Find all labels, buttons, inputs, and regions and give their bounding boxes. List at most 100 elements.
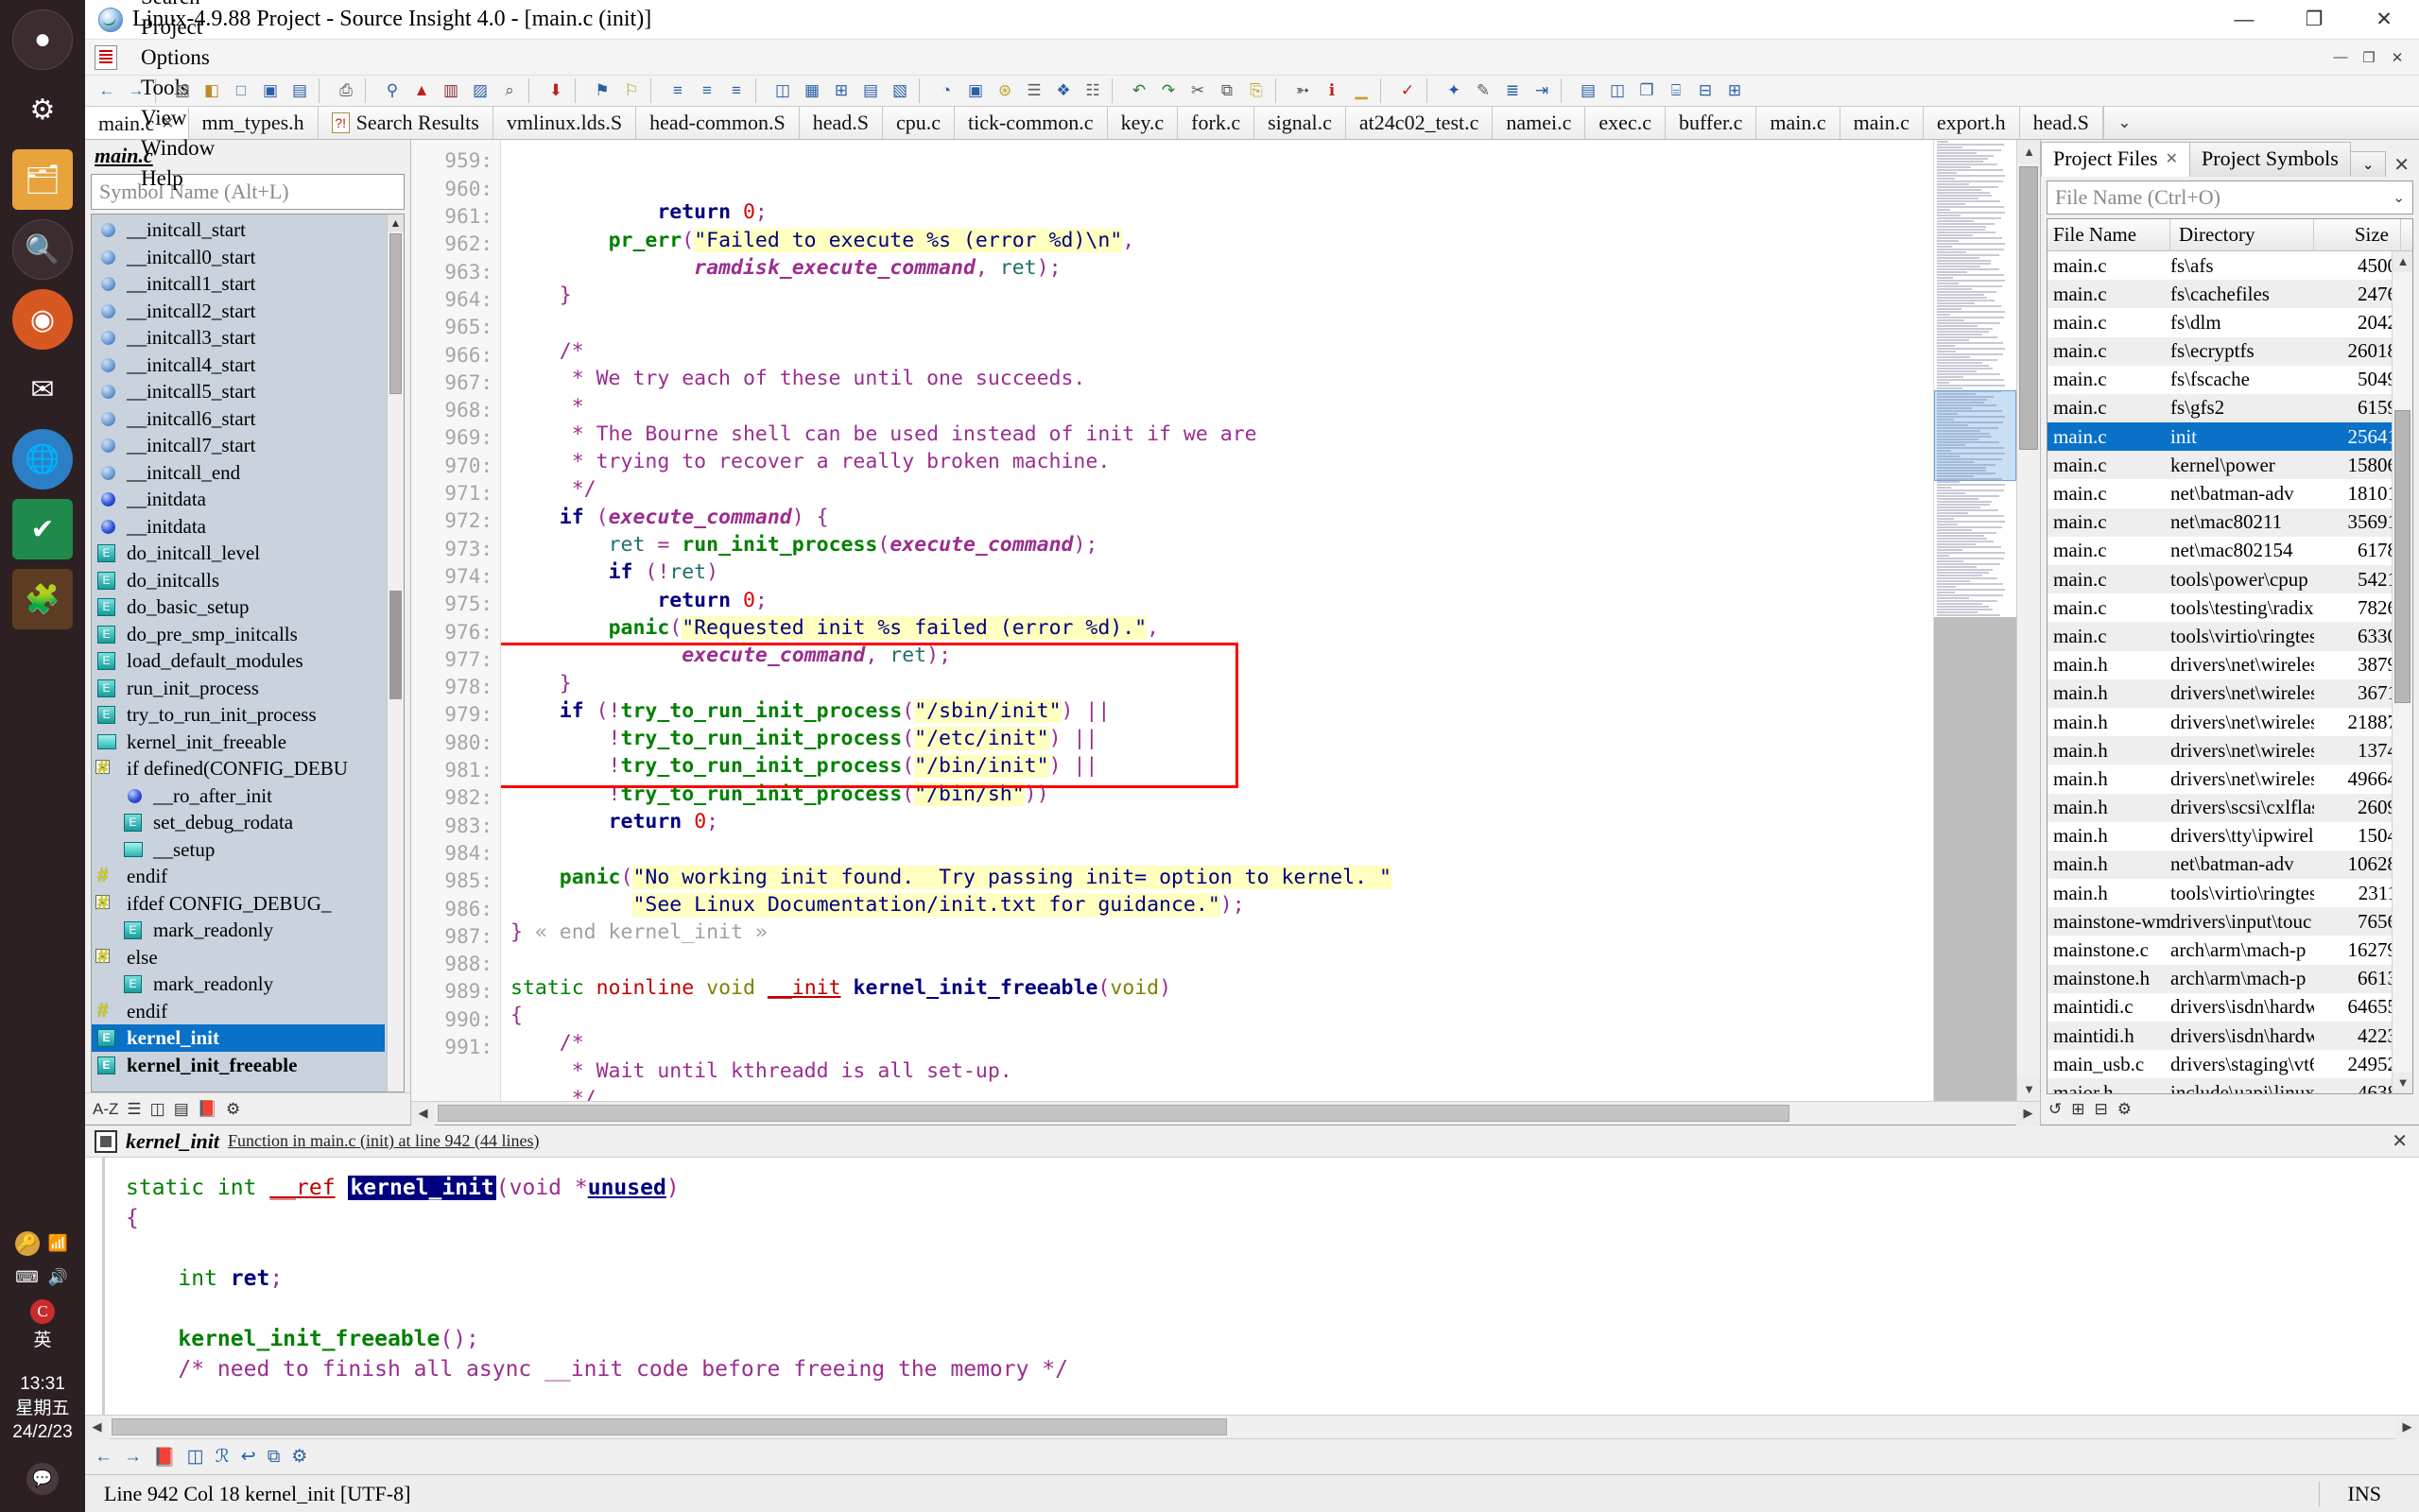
record-icon[interactable]: C xyxy=(30,1299,55,1325)
sync-project-button[interactable]: ↺ xyxy=(2048,1100,2062,1119)
software-icon[interactable]: 🧩 xyxy=(12,569,73,629)
print-button[interactable]: ⎙ xyxy=(332,77,360,105)
editor-scroll-left-button[interactable]: ◀ xyxy=(411,1101,435,1125)
project-files-table[interactable]: File Name Directory Size main.c fs\afs 450… xyxy=(2047,217,2413,1094)
project-file-row[interactable]: main.h drivers\net\wireles 1374 xyxy=(2048,736,2412,765)
context-horizontal-scrollbar[interactable]: ◀ ▶ xyxy=(85,1415,2419,1439)
window-cascade-button[interactable]: ❐ xyxy=(1633,77,1661,105)
symbol-list-item[interactable]: Etry_to_run_init_process xyxy=(92,701,387,729)
project-file-row[interactable]: main.c tools\virtio\ringtes 6330 xyxy=(2048,622,2412,651)
menu-help[interactable]: Help xyxy=(129,163,227,194)
code-line[interactable]: return 0; xyxy=(510,198,1933,226)
symbol-list-item[interactable]: Eload_default_modules xyxy=(92,647,387,675)
column-header-size[interactable]: Size xyxy=(2314,218,2401,250)
dash-icon[interactable]: ● xyxy=(12,9,73,70)
close-file-button[interactable]: □ xyxy=(227,77,255,105)
project-file-row[interactable]: main.c fs\cachefiles 2476 xyxy=(2048,280,2412,309)
document-tab-head-s[interactable]: head.S xyxy=(799,107,883,140)
comment-button[interactable]: ≡ xyxy=(722,77,751,105)
project-file-row[interactable]: main.c fs\ecryptfs 26018 xyxy=(2048,336,2412,366)
symbol-list-item[interactable]: __initcall1_start xyxy=(92,270,387,298)
document-tab-main-c[interactable]: main.c xyxy=(1756,107,1840,140)
filter-button[interactable]: ▤ xyxy=(174,1100,189,1119)
jump-to-definition-button[interactable]: ⬇ xyxy=(542,77,570,105)
symbol-list-item[interactable]: Emark_readonly xyxy=(92,917,387,944)
info-button[interactable]: ℹ xyxy=(1318,77,1346,105)
web-browser-icon[interactable]: 🌐 xyxy=(12,429,73,490)
marker-button[interactable]: ✦ xyxy=(1440,77,1468,105)
code-line[interactable]: if (!ret) xyxy=(510,558,1933,586)
project-file-row[interactable]: main.h drivers\scsi\cxlflas 2609 xyxy=(2048,793,2412,822)
code-line[interactable]: ramdisk_execute_command, ret); xyxy=(510,254,1933,282)
code-line[interactable]: !try_to_run_init_process("/etc/init") || xyxy=(510,725,1933,752)
code-line[interactable] xyxy=(510,835,1933,863)
project-window-button[interactable]: ▤ xyxy=(856,77,885,105)
menu-search[interactable]: Search xyxy=(129,0,227,12)
document-tab-namei-c[interactable]: namei.c xyxy=(1493,107,1586,140)
new-file-button[interactable]: ▧ xyxy=(168,77,197,105)
code-line[interactable]: !try_to_run_init_process("/bin/init") || xyxy=(510,752,1933,780)
code-line[interactable]: } xyxy=(510,670,1933,697)
editor-scroll-down-button[interactable]: ▼ xyxy=(2017,1077,2040,1101)
symbol-list-item[interactable]: __setup xyxy=(92,836,387,864)
smart-rename-button[interactable]: ✎ xyxy=(1469,77,1497,105)
editor-horizontal-scrollbar[interactable]: ◀ ▶ xyxy=(411,1101,2040,1125)
window-split-button[interactable]: ⌸ xyxy=(1662,77,1690,105)
indent-button[interactable]: ≡ xyxy=(664,77,692,105)
bookmark-button[interactable]: ⚑ xyxy=(588,77,616,105)
save-button[interactable]: ▣ xyxy=(256,77,285,105)
symbol-list-item[interactable]: - # ifdef CONFIG_DEBUG_ xyxy=(92,890,387,918)
menu-project[interactable]: Project xyxy=(129,12,227,43)
document-tab-key-c[interactable]: key.c xyxy=(1107,107,1179,140)
keyboard-icon[interactable]: ⌨ xyxy=(15,1265,40,1290)
relation-window-button[interactable]: ⊞ xyxy=(827,77,855,105)
context-code-line[interactable] xyxy=(126,1233,2419,1263)
symbol-scroll-thumb[interactable] xyxy=(389,233,402,395)
symbol-list-item[interactable]: Edo_pre_smp_initcalls xyxy=(92,621,387,648)
project-scroll-down-button[interactable]: ▼ xyxy=(2393,1072,2412,1093)
code-line[interactable]: if (execute_command) { xyxy=(510,504,1933,531)
symbol-list-item[interactable]: Emark_readonly xyxy=(92,971,387,998)
lookup-reference-button[interactable]: ▨ xyxy=(466,77,494,105)
browse-symbols-button[interactable]: ☰ xyxy=(1020,77,1048,105)
code-line[interactable]: !try_to_run_init_process("/bin/sh")) xyxy=(510,781,1933,808)
code-line[interactable]: "See Linux Documentation/init.txt for gu… xyxy=(510,891,1933,919)
symbol-scroll-thumb-2[interactable] xyxy=(389,591,402,700)
document-tab-search-results[interactable]: ?! Search Results xyxy=(318,107,493,140)
project-settings-button[interactable]: ⚙ xyxy=(2117,1100,2132,1119)
file-name-search-input[interactable]: File Name (Ctrl+O) ⌄ xyxy=(2047,180,2413,215)
save-all-button[interactable]: ▤ xyxy=(285,77,314,105)
symbol-list-item[interactable]: kernel_init_freeable xyxy=(92,729,387,756)
find-next-button[interactable]: ▲ xyxy=(407,77,436,105)
open-file-button[interactable]: ◧ xyxy=(198,77,226,105)
sync-button[interactable]: ◔ xyxy=(932,77,960,105)
code-line[interactable]: panic("Requested init %s failed (error %… xyxy=(510,614,1933,642)
project-file-row[interactable]: maintidi.c drivers\isdn\hardw 64655 xyxy=(2048,993,2412,1022)
context-forward-button[interactable]: → xyxy=(124,1447,142,1468)
close-icon[interactable]: ✕ xyxy=(2166,149,2178,168)
code-line[interactable]: * We try each of these until one succeed… xyxy=(510,365,1933,392)
outdent-button[interactable]: ≡ xyxy=(693,77,721,105)
thunderbird-icon[interactable]: ✉ xyxy=(12,359,73,420)
reformat-button[interactable]: ≣ xyxy=(1498,77,1527,105)
context-settings-button[interactable]: ⚙ xyxy=(291,1446,307,1468)
code-line[interactable]: /* xyxy=(510,337,1933,365)
window-tile-horizontal-button[interactable]: ▤ xyxy=(1574,77,1602,105)
code-line[interactable]: pr_err("Failed to execute %s (error %d)\… xyxy=(510,227,1933,254)
close-button[interactable]: ✕ xyxy=(2349,0,2419,40)
column-header-directory[interactable]: Directory xyxy=(2170,218,2314,250)
project-file-row[interactable]: main.c fs\fscache 5049 xyxy=(2048,366,2412,394)
project-file-row[interactable]: mainstone.c arch\arm\mach-p 16279 xyxy=(2048,936,2412,964)
code-line[interactable]: panic("No working init found. Try passin… xyxy=(510,864,1933,891)
project-scroll-thumb[interactable] xyxy=(2394,409,2410,703)
project-file-row[interactable]: main.c fs\afs 4500 xyxy=(2048,251,2412,280)
window-tile-vertical-button[interactable]: ◫ xyxy=(1603,77,1632,105)
status-insert-mode[interactable]: INS xyxy=(2320,1482,2419,1506)
project-file-row[interactable]: main.c kernel\power 15806 xyxy=(2048,451,2412,480)
document-tab-fork-c[interactable]: fork.c xyxy=(1178,107,1255,140)
context-list-button[interactable]: ◫ xyxy=(187,1446,204,1468)
project-file-row[interactable]: major.h include\uapi\linux 4638 xyxy=(2048,1078,2412,1093)
code-line[interactable] xyxy=(510,947,1933,974)
symbol-list-item[interactable]: __initcall7_start xyxy=(92,432,387,459)
cut-button[interactable]: ✂ xyxy=(1184,77,1212,105)
